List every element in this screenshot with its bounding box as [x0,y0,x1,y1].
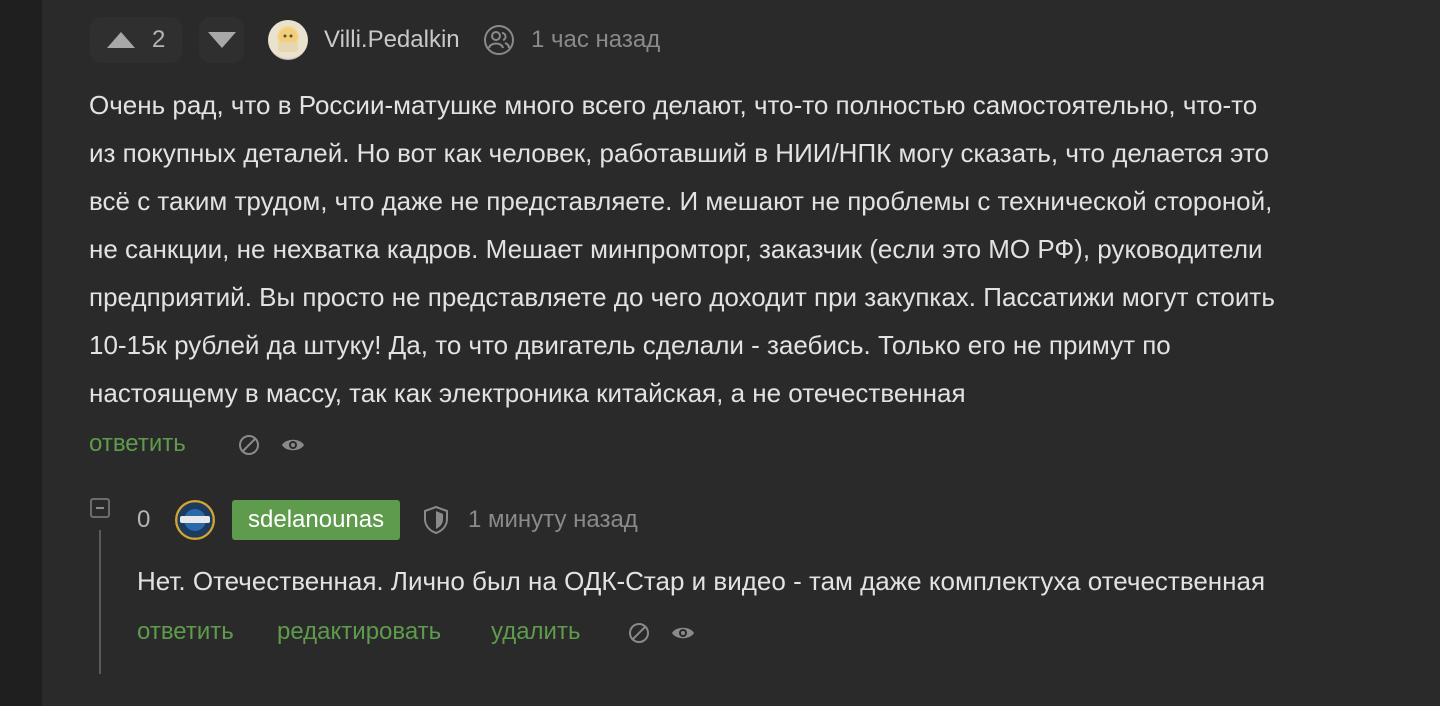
comment-rating: 2 [152,26,166,53]
reply-timestamp[interactable]: 1 минуту назад [468,506,638,534]
hide-icon[interactable] [626,620,652,646]
comment-text-line: предприятий. Вы просто не представляете … [89,282,1275,312]
arrow-up-icon[interactable] [106,30,136,50]
hide-icon[interactable] [236,432,262,458]
arrow-down-icon[interactable] [207,30,237,50]
thread-line[interactable] [99,530,101,674]
avatar-logo-band [180,516,210,523]
comment-text-line: не санкции, не нехватка кадров. Мешает м… [89,234,1263,264]
comment-text-line: настоящему в массу, так как электроника … [89,378,966,408]
comment-text-line: из покупных деталей. Но вот как человек,… [89,138,1269,168]
eye-icon[interactable] [670,620,696,646]
delete-button[interactable]: удалить [491,618,580,646]
avatar-image [278,29,298,52]
collapse-icon[interactable] [90,498,110,518]
reply-author[interactable]: sdelanounas [232,500,401,540]
reply-rating: 0 [137,506,151,533]
comment-text-line: 10-15к рублей да штуку! Да, то что двига… [89,330,1171,360]
comment-author[interactable]: Villi.Pedalkin [324,26,460,54]
edit-button[interactable]: редактировать [277,618,441,646]
user-icon [484,25,514,55]
comment-text-line: всё с таким трудом, что даже не представ… [89,186,1273,216]
reply-button[interactable]: ответить [89,430,186,458]
eye-icon[interactable] [280,432,306,458]
avatar[interactable] [268,20,308,60]
comment-timestamp[interactable]: 1 час назад [531,26,660,54]
comment-text: Очень рад, что в России-матушке много вс… [89,81,1409,417]
vote-widget [90,17,182,63]
reply-button[interactable]: ответить [137,618,234,646]
shield-icon [424,505,448,535]
comment-text-line: Очень рад, что в России-матушке много вс… [89,90,1258,120]
reply-text: Нет. Отечественная. Лично был на ОДК-Ста… [137,566,1266,596]
